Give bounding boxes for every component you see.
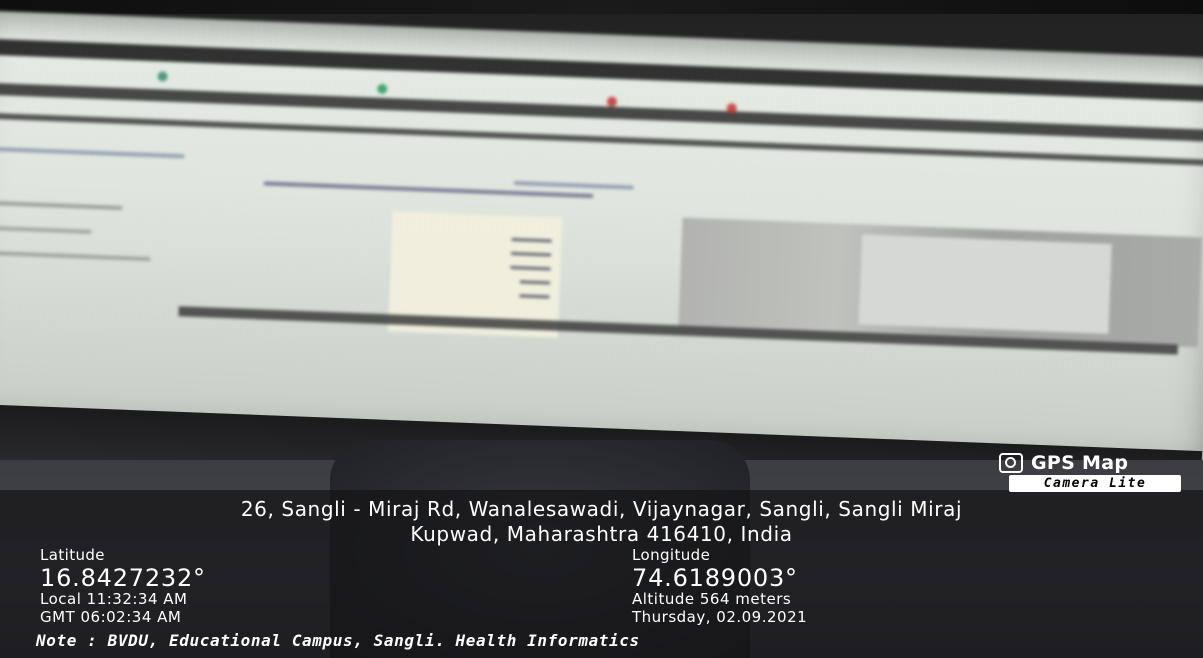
dialog-text-blur [511,237,552,243]
longitude-block: Longitude 74.6189003° [632,546,798,592]
brand-title-row: GPS Map [999,452,1128,474]
screen-text-blur [0,225,92,234]
toolbar-dot [606,96,618,107]
altitude: Altitude 564 meters [632,590,792,608]
address-line-1: 26, Sangli - Miraj Rd, Wanalesawadi, Vij… [240,497,963,521]
camera-icon [999,453,1023,473]
address-block: 26, Sangli - Miraj Rd, Wanalesawadi, Vij… [60,497,1143,547]
dialog-text-blur [510,251,552,257]
gmt-time: GMT 06:02:34 AM [40,608,182,626]
latitude-block: Latitude 16.8427232° [40,546,206,592]
dialog-text-blur [519,280,551,285]
address-line-2: Kupwad, Maharashtra 416410, India [410,522,793,546]
screen-text-blur [0,146,185,159]
latitude-value: 16.8427232° [40,564,206,592]
dialog-text-blur [519,294,550,299]
longitude-label: Longitude [632,546,711,564]
note-text: Note : BVDU, Educational Campus, Sangli.… [36,631,640,650]
screen-text-blur [0,200,123,210]
altitude-date-block: Altitude 564 meters Thursday, 02.09.2021 [632,590,807,626]
blurred-side-panel-inner [858,234,1112,334]
blurred-monitor-screen [0,10,1203,479]
local-time: Local 11:32:34 AM [40,590,188,608]
screen-text-blur [0,250,151,262]
time-block: Local 11:32:34 AM GMT 06:02:34 AM [40,590,187,626]
gps-map-camera-badge: GPS Map Camera Lite [979,448,1181,492]
toolbar-dot [157,71,168,82]
date: Thursday, 02.09.2021 [632,608,808,626]
gps-photo-frame: GPS Map Camera Lite 26, Sangli - Miraj R… [0,0,1203,658]
brand-subtitle: Camera Lite [1009,475,1181,492]
screen-text-blur [513,181,634,190]
longitude-value: 74.6189003° [632,564,798,592]
brand-title: GPS Map [1031,452,1129,474]
latitude-label: Latitude [40,546,105,564]
monitor-top-edge [0,0,1203,14]
dialog-text-blur [510,265,551,271]
toolbar-dot [377,83,388,95]
